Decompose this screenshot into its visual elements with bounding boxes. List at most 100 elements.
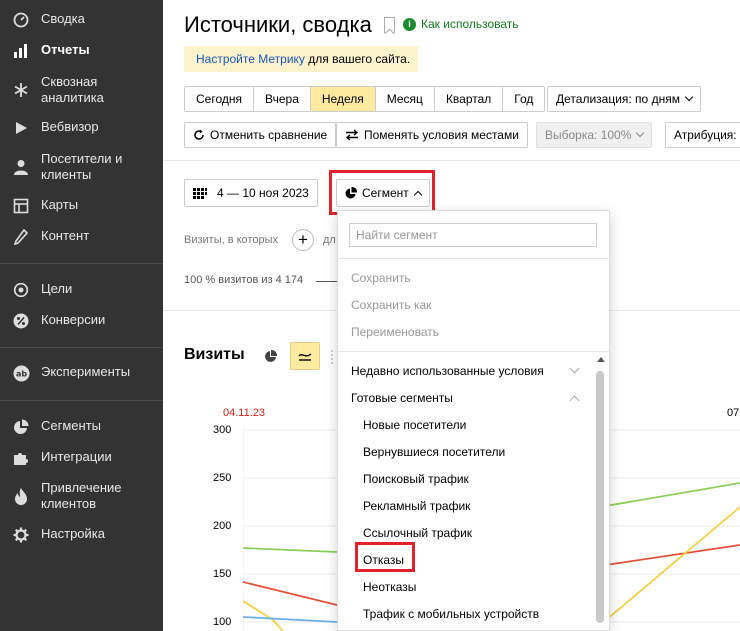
sample-select[interactable]: Выборка: 100% bbox=[536, 122, 653, 148]
swap-conditions-button[interactable]: Поменять условия местами bbox=[336, 122, 528, 148]
bar-chart-icon bbox=[12, 42, 30, 60]
dropdown-scrollbar[interactable] bbox=[596, 371, 604, 623]
sidebar-item-label: Сквозная аналитика bbox=[41, 74, 104, 105]
sidebar-item-summary[interactable]: Сводка bbox=[0, 11, 163, 29]
refresh-icon bbox=[194, 129, 204, 140]
group-recent-conditions[interactable]: Недавно использованные условия bbox=[351, 364, 544, 378]
line-chart-icon bbox=[298, 353, 312, 361]
period-today[interactable]: Сегодня bbox=[185, 87, 254, 111]
bounces-highlight-frame bbox=[355, 542, 415, 572]
sidebar-item-reports[interactable]: Отчеты bbox=[0, 42, 163, 60]
sidebar-item-goals[interactable]: Цели bbox=[0, 281, 163, 299]
sample-select-label: Выборка: 100% bbox=[545, 128, 632, 142]
sidebar-item-maps[interactable]: Карты bbox=[0, 197, 163, 215]
target-icon bbox=[12, 281, 30, 299]
chevron-down-icon bbox=[636, 128, 645, 138]
y-tick: 150 bbox=[213, 568, 232, 580]
segment-option[interactable]: Неотказы bbox=[363, 580, 416, 594]
help-link-label: Как использовать bbox=[421, 17, 519, 31]
sidebar-item-end-to-end[interactable]: Сквозная аналитика bbox=[0, 74, 163, 106]
sidebar-item-conversions[interactable]: Конверсии bbox=[0, 312, 163, 330]
chevron-down-icon bbox=[569, 363, 580, 374]
divider bbox=[338, 258, 609, 259]
sidebar-item-label: Привлечение клиентов bbox=[41, 480, 122, 511]
sidebar-item-settings[interactable]: Настройка bbox=[0, 526, 163, 544]
sidebar-divider bbox=[0, 263, 163, 264]
sidebar-item-content[interactable]: Контент bbox=[0, 228, 163, 246]
line-chart-toggle[interactable] bbox=[290, 342, 320, 370]
chevron-up-icon bbox=[569, 395, 580, 406]
sidebar-item-integrations[interactable]: Интеграции bbox=[0, 449, 163, 467]
group-ready-segments[interactable]: Готовые сегменты bbox=[351, 391, 453, 405]
period-selector: Сегодня Вчера Неделя Месяц Квартал Год bbox=[184, 86, 546, 112]
setup-notice: Настройте Метрику для вашего сайта. bbox=[184, 46, 418, 72]
divider bbox=[163, 160, 740, 161]
sidebar-item-acquisition[interactable]: Привлечение клиентов bbox=[0, 480, 163, 512]
detail-select[interactable]: Детализация: по дням bbox=[547, 86, 701, 112]
period-year[interactable]: Год bbox=[503, 87, 545, 111]
segment-save-as[interactable]: Сохранить как bbox=[351, 298, 431, 312]
percent-icon bbox=[12, 312, 30, 330]
chart-date-right: 07 bbox=[727, 407, 740, 419]
period-quarter[interactable]: Квартал bbox=[434, 87, 504, 111]
add-condition-button[interactable]: + bbox=[292, 229, 314, 251]
date-range-button[interactable]: 4 — 10 ноя 2023 bbox=[184, 179, 318, 207]
puzzle-icon bbox=[12, 449, 30, 467]
attribution-select[interactable]: Атрибуция: bbox=[665, 122, 740, 148]
divider bbox=[338, 351, 609, 352]
setup-notice-text: для вашего сайта. bbox=[304, 52, 411, 66]
sidebar-divider bbox=[0, 400, 163, 401]
pie-icon bbox=[12, 418, 30, 436]
person-icon bbox=[12, 158, 30, 176]
segment-option[interactable]: Трафик с мобильных устройств bbox=[363, 607, 539, 621]
sidebar-item-label: Эксперименты bbox=[41, 364, 131, 379]
sidebar-item-label: Конверсии bbox=[41, 312, 106, 327]
segment-option[interactable]: Поисковый трафик bbox=[363, 472, 469, 486]
scroll-up-icon[interactable] bbox=[597, 357, 605, 362]
gauge-icon bbox=[12, 11, 30, 29]
segment-save[interactable]: Сохранить bbox=[351, 271, 411, 285]
sidebar-item-label: Посетители и клиенты bbox=[41, 151, 123, 182]
sidebar: Сводка Отчеты Сквозная аналитика Вебвизо… bbox=[0, 0, 163, 631]
period-yesterday[interactable]: Вчера bbox=[254, 87, 311, 111]
play-icon bbox=[12, 119, 30, 137]
segment-search-input[interactable]: Найти сегмент bbox=[349, 223, 597, 247]
visits-share-text: 100 % визитов из 4 174 bbox=[184, 274, 304, 286]
y-tick: 300 bbox=[213, 424, 232, 436]
sidebar-divider bbox=[0, 347, 163, 348]
setup-metrika-link[interactable]: Настройте Метрику bbox=[196, 52, 305, 66]
sidebar-item-label: Интеграции bbox=[41, 449, 112, 464]
chart-title: Визиты bbox=[184, 346, 245, 363]
asterisk-icon bbox=[12, 81, 30, 99]
detail-select-label: Детализация: по дням bbox=[556, 92, 680, 106]
fire-icon bbox=[12, 487, 30, 505]
help-link[interactable]: i Как использовать bbox=[403, 17, 519, 31]
chart-date-left: 04.11.23 bbox=[223, 407, 266, 419]
segment-rename[interactable]: Переименовать bbox=[351, 325, 439, 339]
sidebar-item-experiments[interactable]: ab Эксперименты bbox=[0, 364, 163, 382]
pie-icon bbox=[264, 349, 277, 362]
segment-option[interactable]: Ссылочный трафик bbox=[363, 526, 472, 540]
svg-text:ab: ab bbox=[15, 369, 26, 378]
period-week[interactable]: Неделя bbox=[310, 87, 376, 111]
sidebar-item-webvisor[interactable]: Вебвизор bbox=[0, 119, 163, 137]
segment-option[interactable]: Новые посетители bbox=[363, 418, 466, 432]
pie-chart-toggle[interactable] bbox=[255, 342, 285, 370]
visits-condition-text: Визиты, в которых bbox=[184, 234, 278, 246]
sidebar-item-label: Контент bbox=[41, 228, 90, 243]
series-line-blue bbox=[243, 616, 338, 623]
segment-option[interactable]: Вернувшиеся посетители bbox=[363, 445, 505, 459]
y-tick: 100 bbox=[213, 616, 232, 628]
sidebar-item-segments[interactable]: Сегменты bbox=[0, 418, 163, 436]
period-month[interactable]: Месяц bbox=[375, 87, 435, 111]
info-icon: i bbox=[403, 17, 416, 31]
sidebar-item-visitors[interactable]: Посетители и клиенты bbox=[0, 151, 163, 183]
cancel-compare-label: Отменить сравнение bbox=[210, 128, 328, 142]
sidebar-item-label: Сводка bbox=[41, 11, 85, 26]
sidebar-item-label: Сегменты bbox=[41, 418, 102, 433]
cancel-compare-button[interactable]: Отменить сравнение bbox=[184, 122, 337, 148]
segment-option[interactable]: Рекламный трафик bbox=[363, 499, 470, 513]
main-content: Источники, сводка i Как использовать Нас… bbox=[163, 0, 740, 631]
pencil-icon bbox=[12, 228, 30, 246]
bookmark-icon[interactable] bbox=[384, 17, 395, 33]
